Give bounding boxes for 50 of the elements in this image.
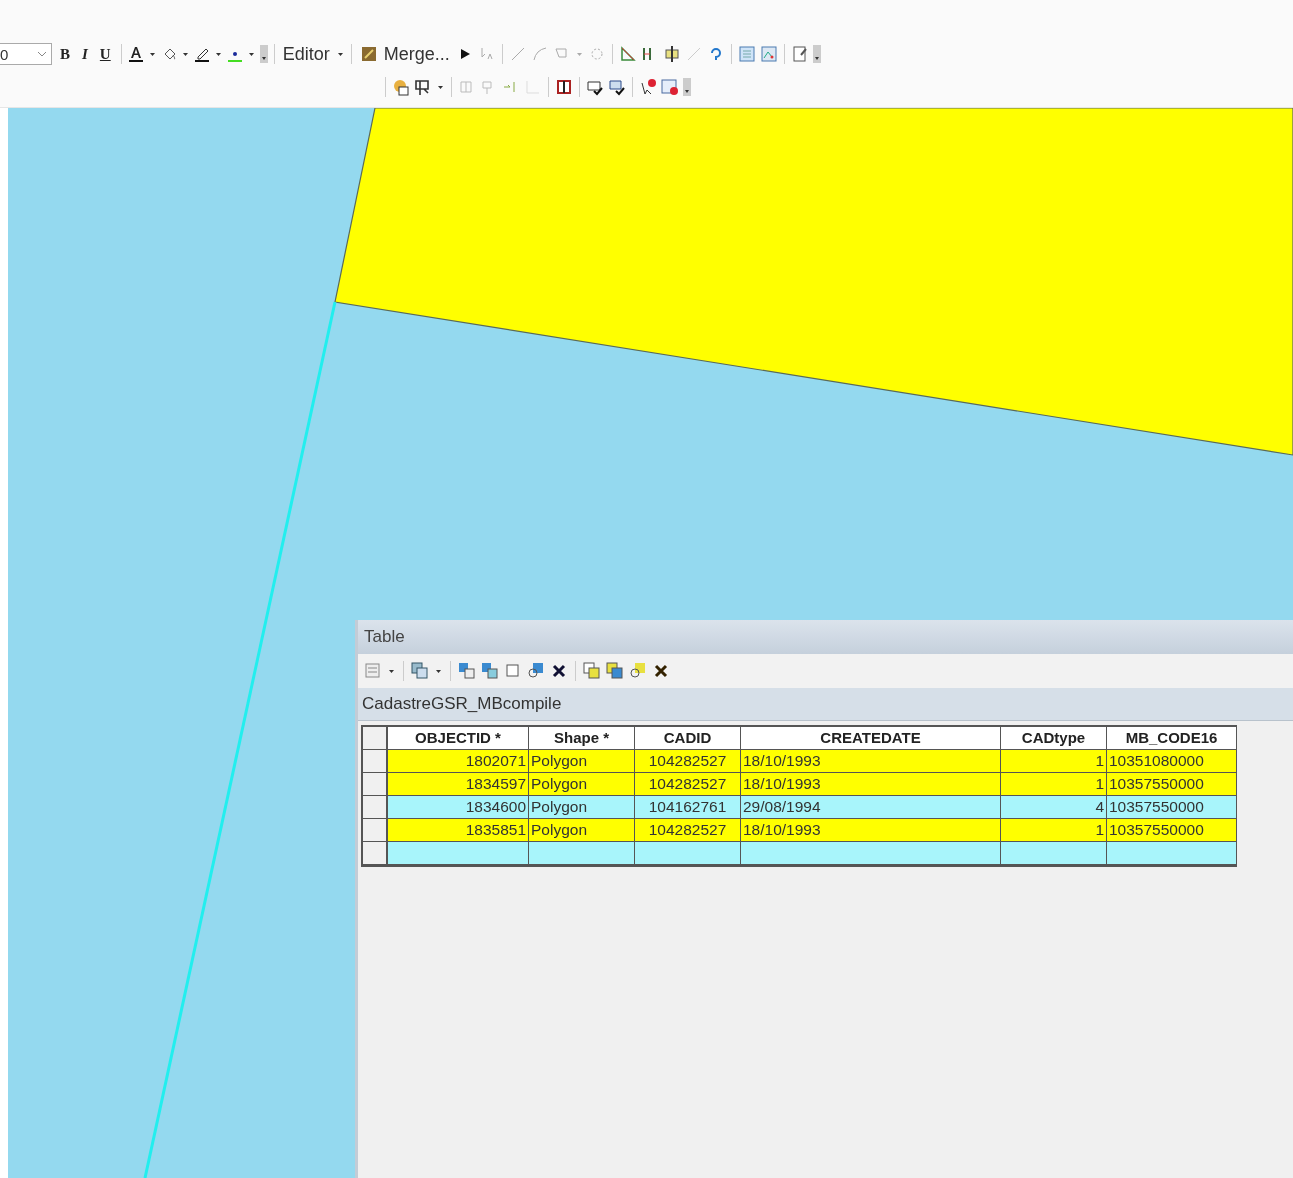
window-title: Table xyxy=(358,620,1293,654)
font-color-icon[interactable] xyxy=(127,45,144,63)
paste-records-icon[interactable] xyxy=(606,662,624,680)
column-header[interactable]: OBJECTID * xyxy=(388,727,529,750)
toolbar-options-icon[interactable] xyxy=(812,45,821,63)
column-header[interactable]: MB_CODE16 xyxy=(1107,727,1237,750)
topology-select-icon[interactable] xyxy=(414,78,432,96)
edit-sketch-icon[interactable] xyxy=(359,45,378,63)
edit-vertices-icon[interactable] xyxy=(618,45,637,63)
row-selector[interactable] xyxy=(363,773,388,796)
topology-icon[interactable] xyxy=(392,78,410,96)
validate-selection-icon[interactable] xyxy=(608,78,626,96)
switch-selection-icon[interactable] xyxy=(481,662,499,680)
italic-button[interactable]: I xyxy=(78,45,92,63)
font-size-dropdown[interactable]: 0 xyxy=(0,43,52,65)
merge-button[interactable]: Merge... xyxy=(357,43,452,65)
zoom-to-highlighted-icon[interactable] xyxy=(629,662,647,680)
sketch-properties-icon[interactable] xyxy=(759,45,778,63)
column-header[interactable]: CADtype xyxy=(1001,727,1107,750)
fix-error-icon[interactable] xyxy=(639,78,657,96)
row-selector[interactable] xyxy=(363,842,388,865)
new-row[interactable] xyxy=(363,842,1237,865)
column-header[interactable]: Shape * xyxy=(529,727,635,750)
column-header[interactable]: CADID xyxy=(635,727,741,750)
validate-topology-icon[interactable] xyxy=(555,78,573,96)
table-row[interactable]: 1834600 Polygon 104162761 29/08/1994 4 10357550000 xyxy=(363,796,1237,819)
row-selector[interactable] xyxy=(363,750,388,773)
select-by-attributes-icon[interactable] xyxy=(458,662,476,680)
layer-tab[interactable]: CadastreGSR_MBcompile xyxy=(358,688,1293,721)
bold-button[interactable]: B xyxy=(56,45,74,63)
create-features-icon[interactable] xyxy=(790,45,809,63)
table-row[interactable]: 1835851 Polygon 104282527 18/10/1993 1 10357550000 xyxy=(363,819,1237,842)
toolbar-options-icon[interactable] xyxy=(259,45,268,63)
cut-polygon-icon[interactable] xyxy=(662,45,681,63)
copy-selected-icon[interactable] xyxy=(583,662,601,680)
zoom-to-selected-icon[interactable] xyxy=(527,662,545,680)
column-header[interactable]: CREATEDATE xyxy=(741,727,1001,750)
row-selector[interactable] xyxy=(363,796,388,819)
delete-highlighted-icon[interactable] xyxy=(652,662,670,680)
delete-selected-icon[interactable] xyxy=(550,662,568,680)
editor-menu[interactable]: Editor xyxy=(280,43,332,65)
underline-button[interactable]: U xyxy=(95,45,115,63)
row-selector[interactable] xyxy=(363,819,388,842)
chevron-down-icon xyxy=(37,51,47,57)
toolbar-options-icon[interactable] xyxy=(683,78,691,96)
table-row[interactable]: 1834597 Polygon 104282527 18/10/1993 1 10357550000 xyxy=(363,773,1237,796)
related-tables-icon[interactable] xyxy=(411,662,429,680)
validate-extent-icon[interactable] xyxy=(586,78,604,96)
table-row[interactable]: 1802071 Polygon 104282527 18/10/1993 1 10351080000 xyxy=(363,750,1237,773)
error-inspector-icon[interactable] xyxy=(661,78,679,96)
